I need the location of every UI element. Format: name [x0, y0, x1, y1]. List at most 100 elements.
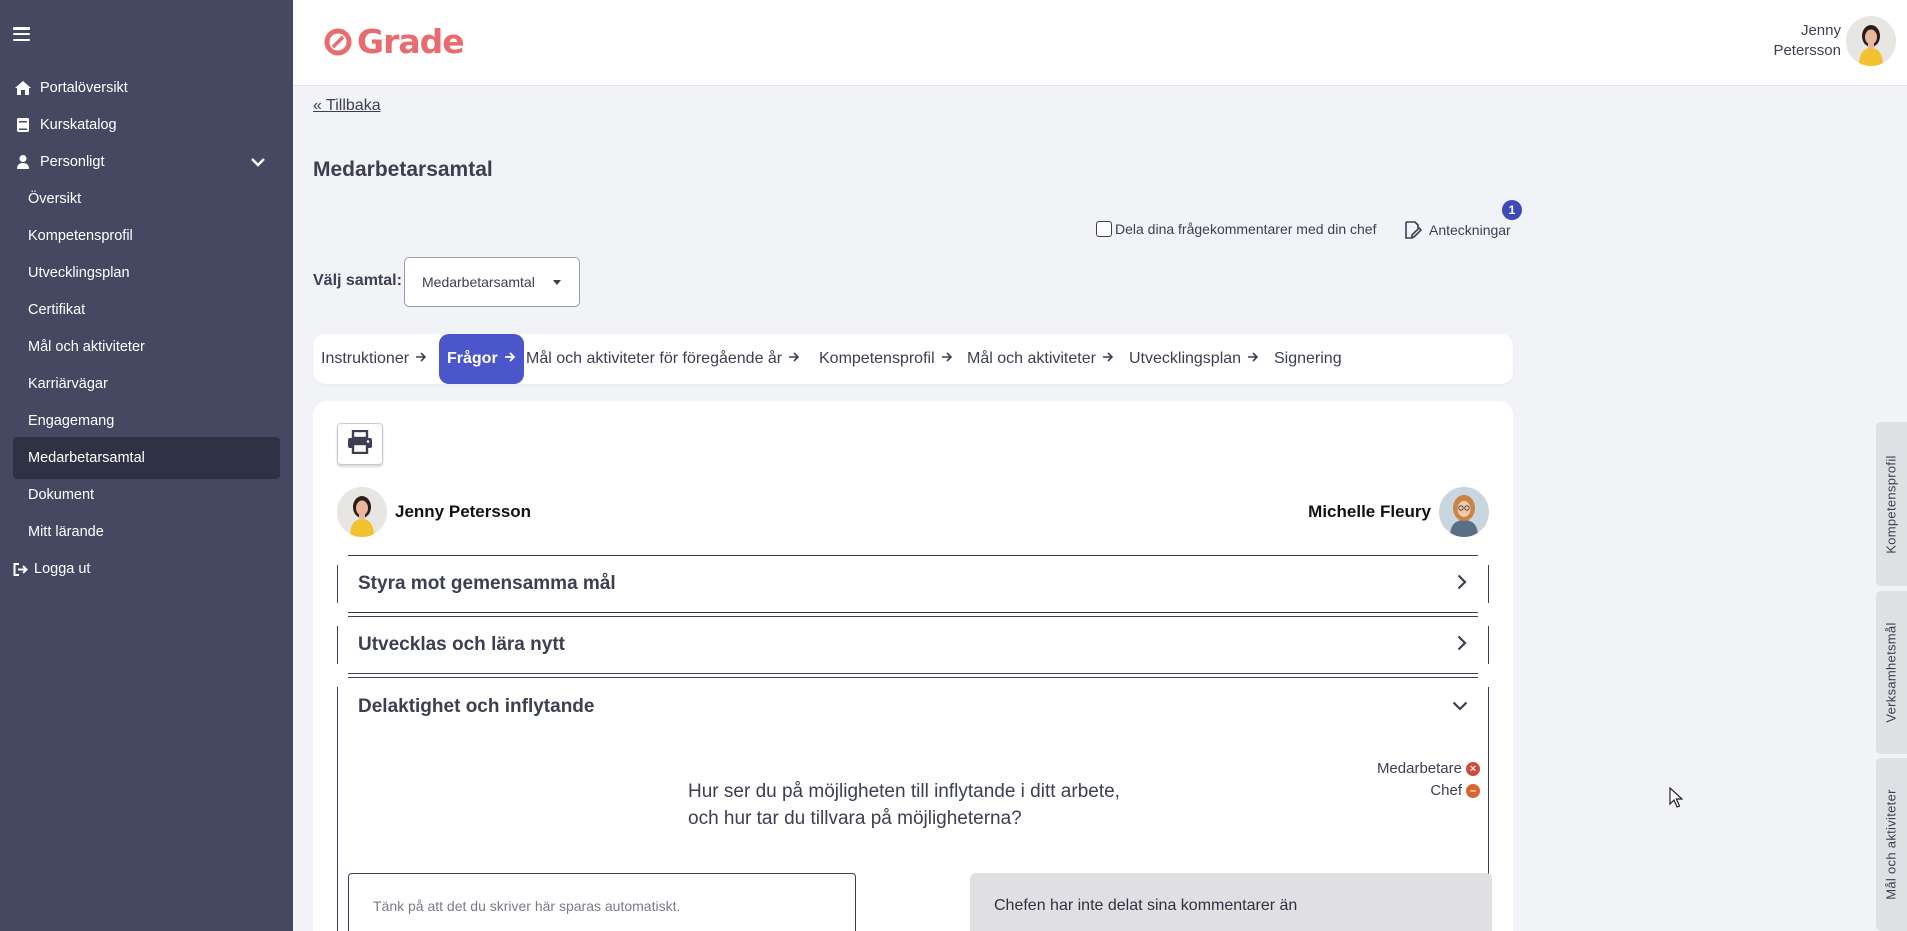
- questions-card: Jenny Petersson Michelle Fleury Styra mo…: [313, 401, 1513, 931]
- question-line: och hur tar du tillvara på möjligheterna…: [688, 808, 1022, 829]
- home-icon: [15, 80, 31, 96]
- sidebar-item-label: Dokument: [28, 487, 95, 503]
- sidebar-item-dokument[interactable]: Dokument: [0, 475, 293, 515]
- employee-avatar: [337, 487, 387, 537]
- section-title: Styra mot gemensamma mål: [358, 573, 616, 594]
- arrow-right-icon: [1247, 350, 1259, 368]
- step-label: Kompetensprofil: [819, 350, 935, 367]
- side-tab-mal-och-aktiviteter[interactable]: Mål och aktiviteter: [1876, 758, 1907, 931]
- minus-circle-icon: –: [1466, 784, 1480, 798]
- share-comments-toggle[interactable]: Dela dina frågekommentarer med din chef: [1096, 221, 1376, 237]
- step-instruktioner[interactable]: Instruktioner: [321, 334, 427, 384]
- side-tab-verksamhetsmal[interactable]: Verksamhetsmål: [1876, 591, 1907, 754]
- employee-info: Jenny Petersson: [337, 487, 539, 537]
- print-button[interactable]: [337, 423, 383, 465]
- section-title[interactable]: Delaktighet och inflytande: [358, 696, 594, 718]
- step-mal-och-aktiviteter[interactable]: Mål och aktiviteter: [967, 334, 1114, 384]
- sidebar-item-label: Personligt: [40, 154, 105, 170]
- sidebar-item-personligt[interactable]: Personligt: [0, 142, 293, 182]
- select-label: Välj samtal:: [313, 272, 402, 289]
- sidebar-item-mal-och-aktiviteter[interactable]: Mål och aktiviteter: [0, 327, 293, 367]
- caret-down-icon: [553, 280, 561, 285]
- manager-name: Michelle Fleury: [1308, 502, 1431, 521]
- step-label: Mål och aktiviteter: [967, 350, 1096, 367]
- section-title: Utvecklas och lära nytt: [358, 634, 565, 655]
- question-text: Hur ser du på möjligheten till inflytand…: [688, 778, 1208, 832]
- sidebar-item-certifikat[interactable]: Certifikat: [0, 290, 293, 330]
- divider: [348, 673, 1478, 674]
- arrow-right-icon: [1102, 350, 1114, 368]
- avatar[interactable]: [1846, 16, 1896, 66]
- edit-note-icon: [1403, 220, 1423, 240]
- sidebar-item-portaloversikt[interactable]: Portalöversikt: [0, 68, 293, 108]
- sidebar-item-medarbetarsamtal[interactable]: Medarbetarsamtal: [13, 437, 280, 479]
- top-header: Grade Jenny Petersson: [293, 0, 1907, 86]
- answer-textarea[interactable]: Tänk på att det du skriver här sparas au…: [348, 873, 856, 931]
- side-tab-label: Mål och aktiviteter: [1884, 789, 1899, 900]
- user-first-name: Jenny: [1800, 22, 1841, 39]
- logo-text: Grade: [357, 22, 465, 61]
- step-signering[interactable]: Signering: [1274, 334, 1342, 384]
- manager-comment-box: Chefen har inte delat sina kommentarer ä…: [970, 873, 1492, 931]
- sidebar-item-utvecklingsplan[interactable]: Utvecklingsplan: [0, 253, 293, 293]
- sidebar-item-label: Certifikat: [28, 302, 86, 318]
- notes-button[interactable]: Anteckningar: [1403, 220, 1511, 240]
- logo[interactable]: Grade: [323, 22, 465, 61]
- sidebar-item-oversikt[interactable]: Översikt: [0, 179, 293, 219]
- question-line: Hur ser du på möjligheten till inflytand…: [688, 781, 1120, 802]
- legend-manager: Chef –: [1377, 780, 1480, 802]
- user-name[interactable]: Jenny Petersson: [1773, 21, 1841, 61]
- step-mal-foregaende-ar[interactable]: Mål och aktiviteter för föregående år: [526, 334, 800, 384]
- notes-count-badge: 1: [1502, 200, 1522, 220]
- arrow-right-icon: [415, 350, 427, 368]
- step-label: Frågor: [447, 350, 498, 367]
- section-utvecklas-och-lara-nytt[interactable]: Utvecklas och lära nytt: [337, 616, 1489, 674]
- divider: [348, 555, 1478, 556]
- divider: [337, 687, 338, 931]
- employee-name: Jenny Petersson: [395, 502, 532, 521]
- printer-icon: [347, 429, 373, 459]
- step-utvecklingsplan[interactable]: Utvecklingsplan: [1129, 334, 1259, 384]
- legend-manager-label: Chef: [1430, 782, 1462, 799]
- sidebar-item-label: Medarbetarsamtal: [28, 450, 145, 466]
- chevron-right-icon[interactable]: [1457, 574, 1467, 595]
- sidebar-item-kompetensprofil[interactable]: Kompetensprofil: [0, 216, 293, 256]
- sidebar-item-mitt-larande[interactable]: Mitt lärande: [0, 512, 293, 552]
- sidebar-item-karriarvagar[interactable]: Karriärvägar: [0, 364, 293, 404]
- conversation-select[interactable]: Medarbetarsamtal: [404, 257, 580, 307]
- chevron-down-icon[interactable]: [1452, 698, 1468, 716]
- sidebar-item-engagemang[interactable]: Engagemang: [0, 401, 293, 441]
- sidebar-item-label: Kompetensprofil: [28, 228, 133, 244]
- divider: [337, 626, 338, 664]
- arrow-right-icon: [941, 350, 953, 368]
- legend-employee-label: Medarbetare: [1376, 760, 1462, 777]
- back-link[interactable]: « Tillbaka: [313, 97, 381, 115]
- divider: [1488, 565, 1489, 603]
- mouse-cursor-icon: [1669, 786, 1684, 814]
- chevron-down-icon[interactable]: [251, 155, 265, 171]
- textarea-placeholder: Tänk på att det du skriver här sparas au…: [373, 898, 681, 914]
- step-fragor[interactable]: Frågor: [439, 334, 524, 384]
- logout-icon: [12, 561, 28, 577]
- sidebar-item-label: Mål och aktiviteter: [28, 339, 145, 355]
- status-legend: Medarbetare × Chef –: [1377, 758, 1480, 802]
- arrow-right-icon: [504, 350, 516, 368]
- sidebar-item-label: Kurskatalog: [40, 117, 117, 133]
- menu-icon[interactable]: [13, 27, 30, 41]
- close-circle-icon: ×: [1466, 762, 1480, 776]
- sidebar-item-logga-ut[interactable]: Logga ut: [0, 549, 293, 589]
- arrow-right-icon: [788, 350, 800, 368]
- sidebar-item-label: Logga ut: [34, 561, 91, 577]
- sidebar-item-kurskatalog[interactable]: Kurskatalog: [0, 105, 293, 145]
- step-kompetensprofil[interactable]: Kompetensprofil: [819, 334, 953, 384]
- sidebar: Portalöversikt Kurskatalog Personligt Öv…: [0, 0, 293, 931]
- step-label: Instruktioner: [321, 350, 410, 367]
- step-label: Mål och aktiviteter för föregående år: [526, 350, 783, 367]
- side-tab-label: Verksamhetsmål: [1884, 622, 1900, 723]
- side-tab-kompetensprofil[interactable]: Kompetensprofil: [1876, 422, 1907, 586]
- section-styra-mot-gemensamma-mal[interactable]: Styra mot gemensamma mål: [337, 555, 1489, 613]
- share-checkbox[interactable]: [1096, 221, 1112, 237]
- divider: [348, 612, 1478, 613]
- chevron-right-icon[interactable]: [1457, 635, 1467, 656]
- sidebar-item-label: Mitt lärande: [28, 524, 104, 540]
